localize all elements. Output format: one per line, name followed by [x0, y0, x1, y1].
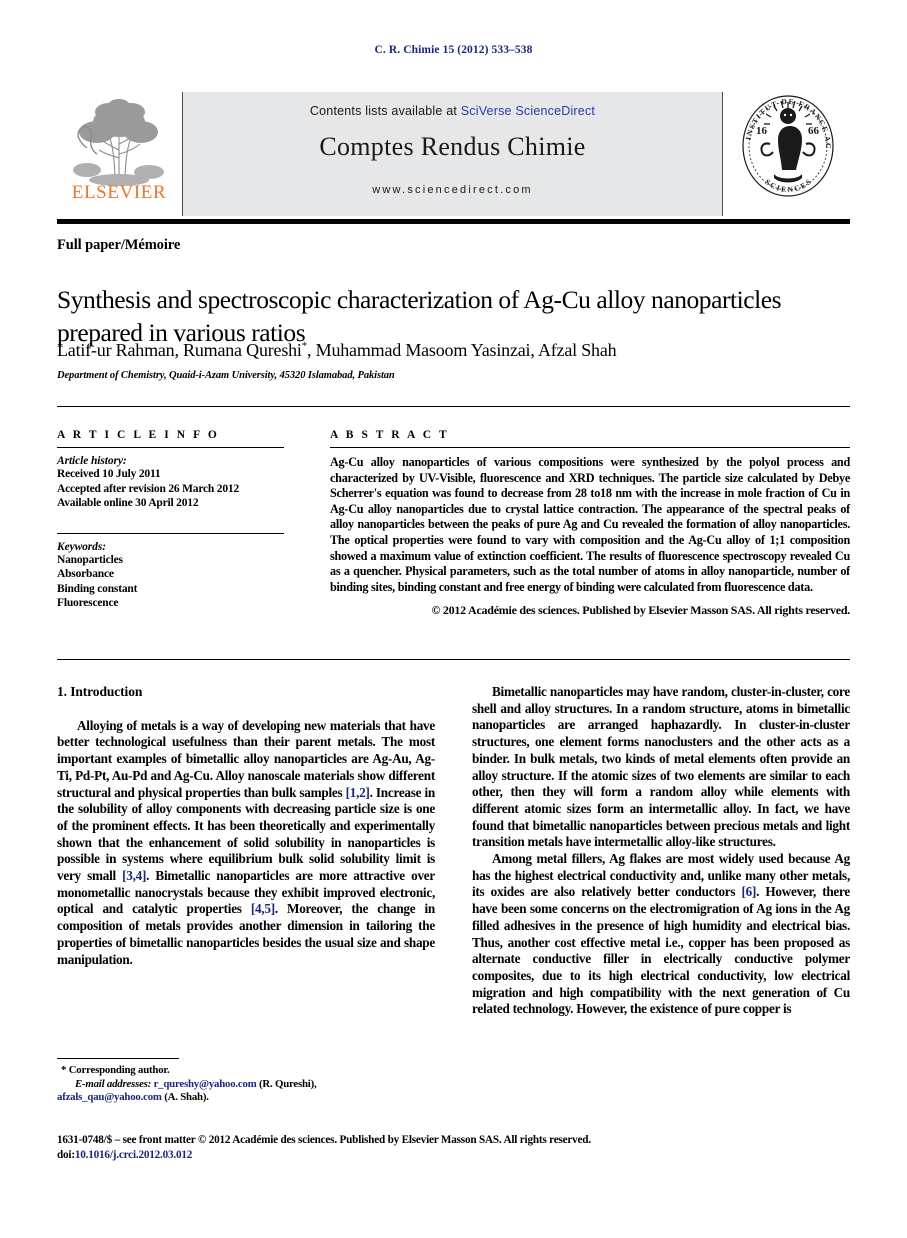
- section-heading-introduction: 1. Introduction: [57, 684, 143, 699]
- email-owner-qureshi: (R. Qureshi),: [259, 1077, 317, 1090]
- footnote-corresponding-text: Corresponding author.: [68, 1064, 170, 1076]
- contents-available-line: Contents lists available at SciVerse Sci…: [183, 104, 722, 118]
- history-accepted: Accepted after revision 26 March 2012: [57, 482, 239, 495]
- abstract-copyright: © 2012 Académie des sciences. Published …: [431, 603, 850, 618]
- contents-prefix: Contents lists available at: [309, 104, 461, 118]
- article-info-column: A R T I C L E I N F O Article history: R…: [57, 429, 287, 611]
- issn-copyright-line: 1631-0748/$ – see front matter © 2012 Ac…: [57, 1134, 591, 1146]
- seal-year-right: 66: [808, 125, 820, 137]
- footnote-marker: *: [61, 1064, 67, 1076]
- citation-link[interactable]: [3,4]: [122, 868, 146, 883]
- elsevier-tree-icon: [73, 99, 164, 186]
- divider: [330, 447, 850, 448]
- academy-seal-icon: 16 66 INSTITUT DE FRANCE ACADEMIE DES SC…: [726, 92, 834, 197]
- footnote-corresponding-line: * Corresponding author.: [57, 1064, 435, 1078]
- authors-first: Latif-ur Rahman, Rumana Qureshi: [57, 340, 302, 360]
- article-info-heading: A R T I C L E I N F O: [57, 429, 220, 441]
- running-head: C. R. Chimie 15 (2012) 533–538: [374, 44, 533, 56]
- elsevier-wordmark: ELSEVIER: [71, 182, 167, 203]
- article-type-label: Full paper/Mémoire: [57, 237, 181, 253]
- email-addresses-label: E-mail addresses:: [75, 1077, 152, 1090]
- paragraph: Alloying of metals is a way of developin…: [57, 718, 435, 969]
- masthead-panel: Contents lists available at SciVerse Sci…: [182, 92, 723, 216]
- seal-year-left: 16: [756, 125, 768, 137]
- journal-url[interactable]: www.sciencedirect.com: [183, 184, 722, 196]
- footnote-email-line-2: afzals_qau@yahoo.com (A. Shah).: [57, 1091, 435, 1105]
- footnote-divider: [57, 1058, 179, 1059]
- elsevier-logo: ELSEVIER: [57, 92, 181, 216]
- keyword-item: Absorbance: [57, 568, 114, 580]
- divider: [57, 532, 284, 534]
- keyword-item: Binding constant: [57, 582, 138, 595]
- doi-link[interactable]: 10.1016/j.crci.2012.03.012: [75, 1149, 193, 1161]
- paragraph: Bimetallic nanoparticles may have random…: [472, 684, 850, 850]
- email-owner-shah: (A. Shah).: [164, 1091, 209, 1104]
- authors-rest: , Muhammad Masoom Yasinzai, Afzal Shah: [307, 340, 617, 360]
- paragraph: Among metal fillers, Ag flakes are most …: [472, 851, 850, 1018]
- abstract-heading: A B S T R A C T: [330, 429, 450, 441]
- divider: [57, 447, 284, 448]
- article-history-label: Article history:: [57, 455, 127, 467]
- page-footer: 1631-0748/$ – see front matter © 2012 Ac…: [57, 1133, 850, 1163]
- citation-link[interactable]: [6]: [742, 884, 757, 899]
- sciencedirect-link[interactable]: SciVerse ScienceDirect: [461, 104, 595, 118]
- journal-masthead: ELSEVIER Contents lists available at Sci…: [57, 92, 850, 216]
- paragraph-text: . However, there have been some concerns…: [472, 884, 850, 1017]
- abstract-text: Ag-Cu alloy nanoparticles of various com…: [330, 455, 850, 594]
- academie-des-sciences-seal: 16 66 INSTITUT DE FRANCE ACADEMIE DES SC…: [726, 92, 850, 216]
- affiliation: Department of Chemistry, Quaid-i-Azam Un…: [57, 370, 395, 381]
- body-column-left: 1. Introduction Alloying of metals is a …: [57, 684, 435, 968]
- history-available: Available online 30 April 2012: [57, 497, 199, 509]
- keyword-item: Fluorescence: [57, 597, 119, 609]
- footnote-email-line: E-mail addresses: r_qureshy@yahoo.com (R…: [57, 1078, 435, 1092]
- abstract-column: A B S T R A C T Ag-Cu alloy nanoparticle…: [330, 429, 850, 618]
- journal-title: Comptes Rendus Chimie: [319, 132, 586, 161]
- citation-link[interactable]: [4,5]: [251, 901, 275, 916]
- corresponding-author-footnote: * Corresponding author. E-mail addresses…: [57, 1058, 435, 1105]
- email-link-shah[interactable]: afzals_qau@yahoo.com: [57, 1091, 162, 1103]
- body-column-right: Bimetallic nanoparticles may have random…: [472, 684, 850, 1018]
- keyword-item: Nanoparticles: [57, 553, 123, 566]
- citation-link[interactable]: [1,2]: [346, 785, 370, 800]
- email-link-qureshi[interactable]: r_qureshy@yahoo.com: [154, 1078, 257, 1090]
- article-info-abstract-box: A R T I C L E I N F O Article history: R…: [57, 406, 850, 660]
- author-list: Latif-ur Rahman, Rumana Qureshi*, Muhamm…: [57, 340, 857, 361]
- doi-line: doi:10.1016/j.crci.2012.03.012: [57, 1148, 850, 1163]
- journal-article-page: C. R. Chimie 15 (2012) 533–538 ELSEVIER …: [0, 0, 907, 1238]
- keywords-label: Keywords:: [57, 540, 106, 553]
- history-received: Received 10 July 2011: [57, 468, 161, 480]
- masthead-bottom-rule: [57, 219, 850, 224]
- doi-prefix: doi:: [57, 1149, 75, 1161]
